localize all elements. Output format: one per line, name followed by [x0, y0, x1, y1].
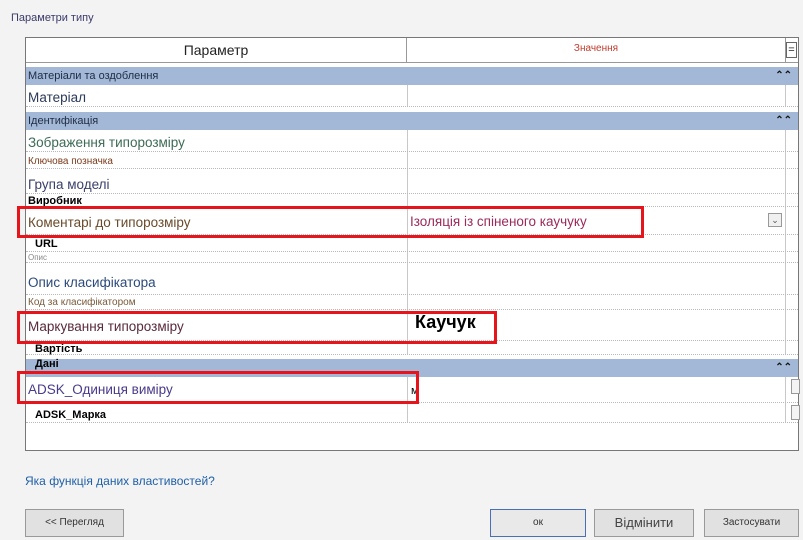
- param-name: Код за класифікатором: [28, 297, 136, 308]
- param-row-material[interactable]: Матеріал: [26, 85, 798, 107]
- param-value[interactable]: [407, 403, 784, 422]
- window-title: Параметри типу: [11, 12, 94, 24]
- param-row-mark[interactable]: ADSK_Марка: [26, 403, 800, 423]
- param-value[interactable]: [407, 85, 784, 106]
- param-name: ADSK_Марка: [35, 409, 107, 421]
- param-value[interactable]: [407, 130, 784, 151]
- group-label: Матеріали та оздоблення: [28, 70, 159, 82]
- highlight-box: [17, 311, 497, 344]
- value-stepper[interactable]: [791, 379, 800, 394]
- dropdown-chevron-icon[interactable]: ⌄: [768, 213, 782, 227]
- column-menu-button[interactable]: =: [786, 42, 797, 58]
- preview-button[interactable]: << Перегляд: [25, 509, 124, 537]
- help-link[interactable]: Яка функція даних властивостей?: [25, 474, 215, 488]
- column-header-value[interactable]: Значення: [407, 38, 786, 62]
- param-name: Ключова позначка: [28, 156, 113, 167]
- param-value[interactable]: [407, 194, 784, 206]
- param-value[interactable]: м: [407, 377, 784, 402]
- param-value[interactable]: [407, 169, 784, 193]
- table-header: Параметр Значення =: [26, 38, 798, 63]
- param-value[interactable]: [407, 295, 784, 309]
- apply-button[interactable]: Застосувати: [704, 509, 799, 537]
- column-header-parameter[interactable]: Параметр: [26, 38, 407, 62]
- param-row-model-group[interactable]: Група моделі: [26, 169, 798, 194]
- param-row-keynote[interactable]: Ключова позначка: [26, 152, 798, 169]
- highlight-box: [17, 206, 644, 238]
- param-name: Опис класифікатора: [28, 275, 156, 290]
- param-row-description[interactable]: Опис: [26, 252, 798, 263]
- group-identity[interactable]: Ідентифікація ⌃⌃: [26, 112, 798, 130]
- highlight-box: [17, 371, 419, 404]
- param-name: Опис: [28, 253, 48, 262]
- param-value[interactable]: [407, 252, 784, 262]
- group-materials[interactable]: Матеріали та оздоблення ⌃⌃: [26, 67, 798, 85]
- ok-button[interactable]: ок: [490, 509, 586, 537]
- param-row-classifier-description[interactable]: Опис класифікатора: [26, 263, 798, 295]
- collapse-chevron-icon[interactable]: ⌃⌃: [775, 67, 792, 85]
- param-name: URL: [35, 238, 58, 250]
- cancel-button[interactable]: Відмінити: [594, 509, 694, 537]
- group-label: Ідентифікація: [28, 115, 99, 127]
- param-name: Матеріал: [28, 90, 87, 105]
- param-name: Вартість: [35, 343, 83, 355]
- param-value[interactable]: [407, 152, 784, 168]
- param-row-type-image[interactable]: Зображення типорозміру: [26, 130, 798, 152]
- param-name: Група моделі: [28, 177, 110, 192]
- param-row-classifier-code[interactable]: Код за класифікатором: [26, 295, 798, 310]
- collapse-chevron-icon[interactable]: ⌃⌃: [775, 112, 792, 130]
- param-name: Зображення типорозміру: [28, 135, 185, 150]
- value-stepper[interactable]: [791, 405, 800, 420]
- collapse-chevron-icon[interactable]: ⌃⌃: [775, 359, 792, 377]
- param-value[interactable]: [407, 263, 784, 294]
